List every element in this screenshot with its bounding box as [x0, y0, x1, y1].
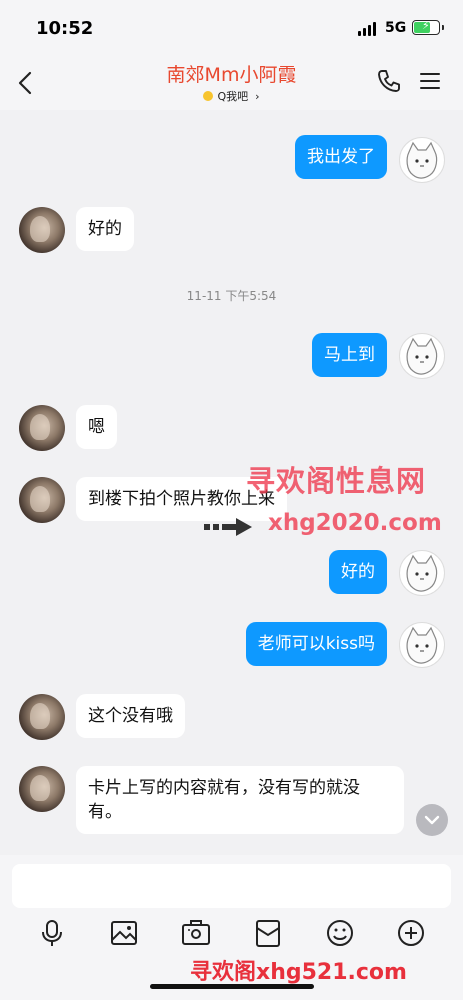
watermark-bottom: 寻欢阁xhg521.com: [190, 960, 407, 985]
contact-avatar[interactable]: [19, 207, 65, 253]
plus-icon[interactable]: [396, 918, 426, 948]
camera-icon[interactable]: [181, 918, 211, 948]
contact-avatar[interactable]: [19, 766, 65, 812]
chat-header: 南郊Mm小阿霞 Q我吧 ›: [0, 56, 463, 110]
my-avatar[interactable]: [399, 137, 445, 183]
contact-avatar[interactable]: [19, 694, 65, 740]
phone-icon[interactable]: [376, 68, 402, 94]
subtitle-label: Q我吧: [217, 90, 249, 103]
network-label: 5G: [385, 20, 407, 36]
arrow-right-icon: [204, 518, 252, 536]
watermark-url: xhg2020.com: [268, 510, 442, 536]
microphone-icon[interactable]: [37, 918, 67, 948]
my-avatar[interactable]: [399, 622, 445, 668]
contact-avatar[interactable]: [19, 477, 65, 523]
message-bubble-outgoing[interactable]: 马上到: [312, 333, 387, 377]
emoji-icon[interactable]: [325, 918, 355, 948]
message-timestamp: 11-11 下午5:54: [186, 289, 277, 303]
status-bar: 10:52 5G ⚡: [0, 0, 463, 56]
cat-avatar-icon: [406, 141, 438, 179]
chevron-down-icon: [424, 815, 440, 825]
my-avatar[interactable]: [399, 550, 445, 596]
message-bubble-incoming[interactable]: 这个没有哦: [76, 694, 185, 738]
battery-icon: ⚡: [412, 19, 444, 35]
my-avatar[interactable]: [399, 333, 445, 379]
cat-avatar-icon: [406, 626, 438, 664]
message-input[interactable]: [12, 864, 451, 908]
cat-avatar-icon: [406, 554, 438, 592]
message-bubble-incoming[interactable]: 卡片上写的内容就有，没有写的就没有。: [76, 766, 404, 834]
watermark-title: 寻欢阁性息网: [246, 464, 427, 498]
message-bubble-outgoing[interactable]: 老师可以kiss吗: [245, 622, 387, 666]
chevron-right-icon: ›: [251, 90, 260, 103]
image-icon[interactable]: [109, 918, 139, 948]
contact-avatar[interactable]: [19, 405, 65, 451]
message-bubble-outgoing[interactable]: 我出发了: [295, 135, 387, 179]
signal-icon: [358, 22, 380, 36]
red-packet-icon[interactable]: [253, 918, 283, 948]
home-indicator[interactable]: [150, 984, 314, 989]
scroll-to-bottom-button[interactable]: [416, 804, 448, 836]
menu-icon[interactable]: [420, 72, 440, 90]
qq-status-icon: [203, 91, 214, 101]
cat-avatar-icon: [406, 337, 438, 375]
status-time: 10:52: [36, 18, 94, 39]
message-bubble-incoming[interactable]: 好的: [76, 207, 134, 251]
message-bubble-outgoing[interactable]: 好的: [329, 550, 387, 594]
message-bubble-incoming[interactable]: 嗯: [76, 405, 117, 449]
